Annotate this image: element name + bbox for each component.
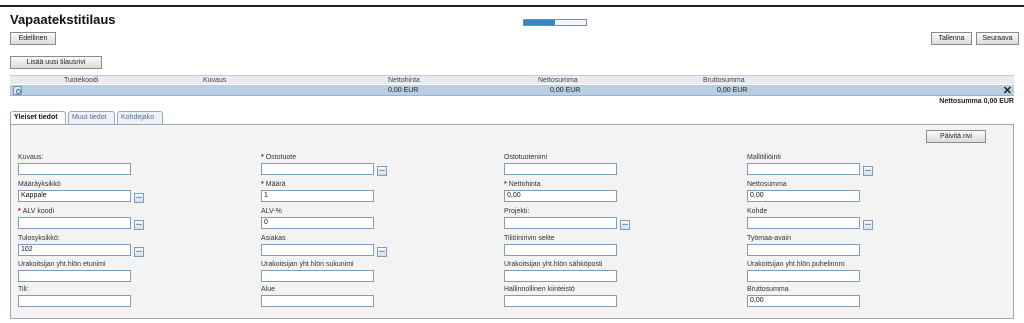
tili-input[interactable] <box>18 295 131 307</box>
maarayksikko-lookup-button[interactable]: ... <box>134 193 144 203</box>
table-row[interactable]: 0,00 EUR 0,00 EUR 0,00 EUR ✕ <box>10 84 1014 97</box>
progress-bar <box>523 19 587 26</box>
asiakas-lookup-button[interactable]: ... <box>377 247 387 257</box>
alv-koodi-label: ALV koodi <box>22 208 55 215</box>
row-nettohinta: 0,00 EUR <box>388 87 419 94</box>
ostotuote-label: Ostotuote <box>265 154 297 161</box>
asiakas-input[interactable] <box>261 244 374 256</box>
add-order-row-button[interactable]: Lisää uusi tilausrivi <box>10 56 102 69</box>
tulosyksikko-input[interactable]: 102 <box>18 244 131 256</box>
kohde-input[interactable] <box>747 217 860 229</box>
tyomaa-avain-label: Työmaa-avain <box>747 235 791 242</box>
progress-fill <box>524 20 555 25</box>
tab-allocation[interactable]: Kohdejako <box>117 111 163 124</box>
remove-row-icon[interactable]: ✕ <box>1003 84 1012 97</box>
nettohinta-input[interactable]: 0,00 <box>504 190 617 202</box>
grid-header: Tuotekoodi Kuvaus Nettohinta Nettosumma … <box>10 75 1014 84</box>
etunimi-input[interactable] <box>18 270 131 282</box>
maarayksikko-label: Määräyksikkö <box>18 181 61 188</box>
ostotuotenimi-input[interactable] <box>504 163 617 175</box>
sukunimi-input[interactable] <box>261 270 374 282</box>
ostotuote-lookup-button[interactable]: ... <box>377 166 387 176</box>
projekti-label: Projekti: <box>504 208 530 215</box>
previous-button[interactable]: Edellinen <box>10 32 56 45</box>
alv-koodi-input[interactable] <box>18 217 131 229</box>
row-nettosumma: 0,00 EUR <box>550 87 581 94</box>
bruttosumma-label: Bruttosumma <box>747 286 789 293</box>
asiakas-label: Asiakas <box>261 235 286 242</box>
next-button[interactable]: Seuraava <box>976 32 1019 45</box>
column-nettosumma: Nettosumma <box>538 77 578 84</box>
sukunimi-label: Urakoitsijan yht.hlön sukunimi <box>261 261 354 268</box>
kuvaus-input[interactable] <box>18 163 131 175</box>
ostotuote-input[interactable] <box>261 163 374 175</box>
alue-input[interactable] <box>261 295 374 307</box>
column-nettohinta: Nettohinta <box>388 77 420 84</box>
tab-other-info[interactable]: Muut tiedot <box>68 111 115 124</box>
mallitiliointi-input[interactable] <box>747 163 860 175</box>
ostotuotenimi-label: Ostotuotenimi <box>504 154 548 161</box>
form-panel: Päivitä rivi Kuvaus: * Ostotuote ... Osto… <box>10 124 1014 319</box>
tiliointirivin-selite-label: Tiliöinirivin selite <box>504 235 555 242</box>
top-border <box>0 5 1024 7</box>
kohde-lookup-button[interactable]: ... <box>863 220 873 230</box>
save-button[interactable]: Tallenna <box>931 32 972 45</box>
row-bruttosumma: 0,00 EUR <box>717 87 748 94</box>
tab-general[interactable]: Yleiset tiedot <box>10 111 66 125</box>
sahkoposti-label: Urakoitsijan yht.hlön sähköposti <box>504 261 603 268</box>
tili-label: Tili: <box>18 286 29 293</box>
required-marker: * <box>18 208 21 215</box>
kohde-label: Kohde <box>747 208 768 215</box>
mallitiliointi-label: Mallitiliöinti <box>747 154 781 161</box>
tyomaa-avain-input[interactable] <box>747 244 860 256</box>
required-marker: * <box>261 154 264 161</box>
required-marker: * <box>261 181 264 188</box>
bruttosumma-input[interactable]: 0,00 <box>747 295 860 307</box>
nettosumma-label: Nettosumma <box>747 181 787 188</box>
maarayksikko-input[interactable]: Kappale <box>18 190 131 202</box>
maara-label: Määrä <box>265 181 286 188</box>
mallitiliointi-lookup-button[interactable]: ... <box>863 166 873 176</box>
column-bruttosumma: Bruttosumma <box>703 77 745 84</box>
alv-prosentti-input[interactable]: 0 <box>261 217 374 229</box>
alv-prosentti-label: ALV-% <box>261 208 282 215</box>
column-kuvaus: Kuvaus <box>203 77 227 84</box>
nettohinta-label: Nettohinta <box>508 181 541 188</box>
etunimi-label: Urakoitsijan yht.hlön etunimi <box>18 261 106 268</box>
tulosyksikko-label: Tulosyksikkö: <box>18 235 60 242</box>
alue-label: Alue <box>261 286 276 293</box>
edit-row-icon[interactable] <box>13 86 22 95</box>
tiliointirivin-selite-input[interactable] <box>504 244 617 256</box>
nettosumma-input[interactable]: 0,00 <box>747 190 860 202</box>
update-row-button[interactable]: Päivitä rivi <box>926 130 986 143</box>
alv-koodi-lookup-button[interactable]: ... <box>134 220 144 230</box>
hallinnollinen-kiinteisto-input[interactable] <box>504 295 617 307</box>
sahkoposti-input[interactable] <box>504 270 617 282</box>
hallinnollinen-kiinteisto-label: Hallinnollinen kiinteistö <box>504 286 575 293</box>
puhelinnro-input[interactable] <box>747 270 860 282</box>
puhelinnro-label: Urakoitsijan yht.hlön puhelinnro <box>747 261 845 268</box>
required-marker: * <box>504 181 507 188</box>
kuvaus-label: Kuvaus: <box>18 154 44 161</box>
column-tuotekoodi: Tuotekoodi <box>64 77 99 84</box>
tulosyksikko-lookup-button[interactable]: ... <box>134 247 144 257</box>
page-title: Vapaatekstitilaus <box>10 12 116 27</box>
projekti-lookup-button[interactable]: ... <box>620 220 630 230</box>
maara-input[interactable]: 1 <box>261 190 374 202</box>
net-total: Nettosumma 0,00 EUR <box>939 98 1014 105</box>
projekti-input[interactable] <box>504 217 617 229</box>
